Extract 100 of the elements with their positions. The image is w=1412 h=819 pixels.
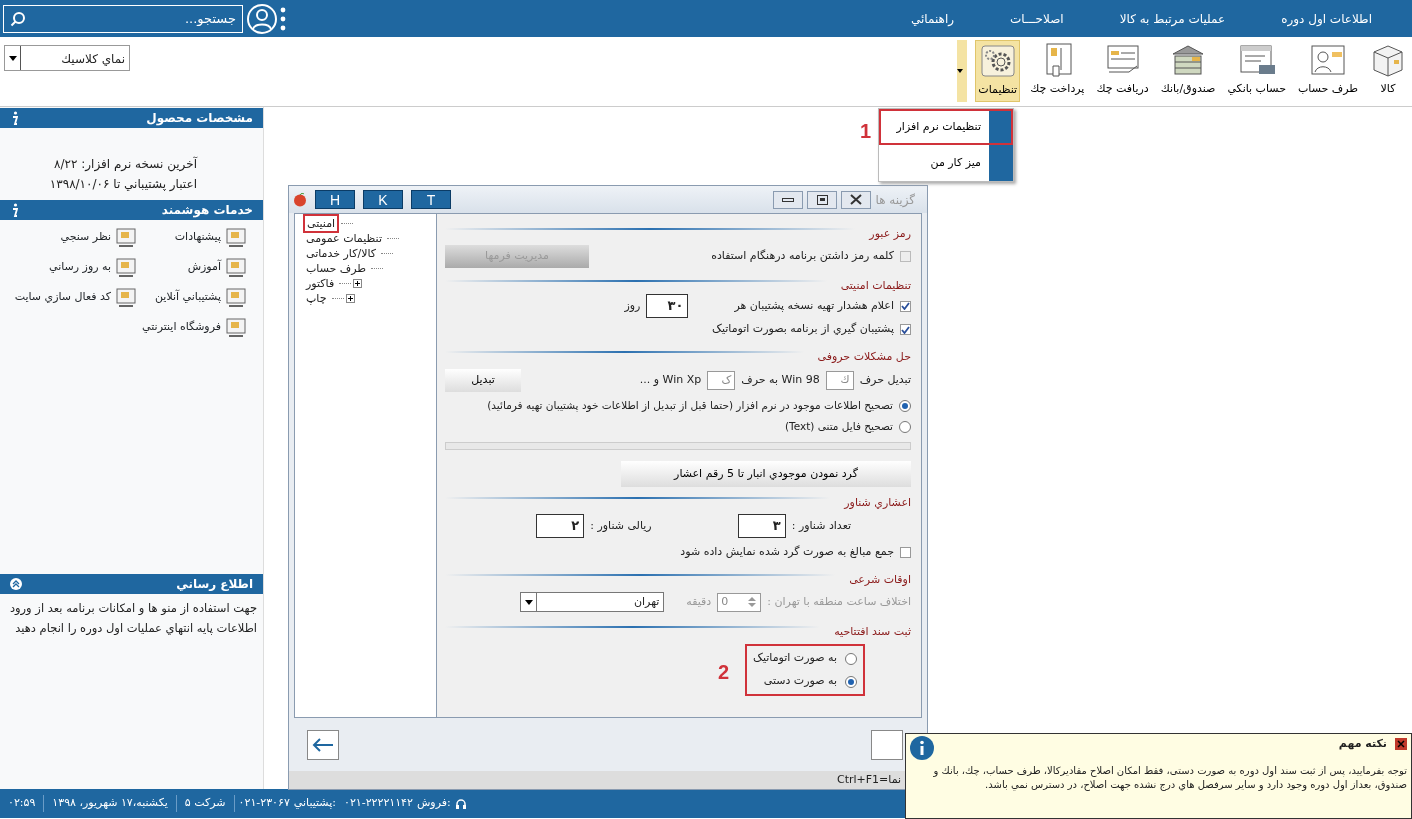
field-label: اختلاف ساعت منطقه با تهران : <box>767 593 911 610</box>
menu-item[interactable]: راهنمائي <box>911 9 955 28</box>
spin-arrows-icon <box>747 595 758 609</box>
maximize-button[interactable] <box>807 190 838 209</box>
person-card-icon <box>1309 42 1346 78</box>
checkbox[interactable] <box>900 324 911 335</box>
avatar-icon[interactable] <box>246 2 278 35</box>
number-field[interactable]: ۳ <box>737 514 786 538</box>
help-hint: Ctrl+F1=نما <box>837 771 902 788</box>
radio-label: به صورت دستی <box>763 673 837 690</box>
toolbar-button[interactable]: صندوق/بانك <box>1158 40 1218 102</box>
menu-item[interactable]: میز کار من <box>879 145 1013 181</box>
close-icon <box>850 194 863 205</box>
expand-icon[interactable] <box>353 279 363 288</box>
service-link[interactable]: به روز رساني <box>0 256 137 278</box>
status-time: ۰۲:۵۹ <box>0 795 45 812</box>
expand-icon[interactable] <box>345 294 355 303</box>
status-date: يكشنبه،۱۷ شهريور، ۱۳۹۸ <box>44 795 177 812</box>
collapse-icon[interactable] <box>10 578 22 590</box>
info-icon <box>10 203 18 217</box>
radio-label: به صورت اتوماتیک <box>753 650 837 667</box>
box-icon <box>1370 42 1406 78</box>
panel-title: اطلاع رساني <box>176 576 253 593</box>
round-button[interactable]: گرد نمودن موجودي انبار تا 5 رقم اعشار <box>621 461 911 487</box>
toolbar-button[interactable]: دریافت چك <box>1094 40 1151 102</box>
search-field[interactable]: جستجو... <box>3 4 243 33</box>
checkbox-label: اعلام هشدار تهیه نسخه پشتیبان هر <box>734 297 894 314</box>
notice-title: نکته مهم <box>1338 736 1387 752</box>
menu-item[interactable]: اطلاعات اول دوره <box>1281 9 1372 28</box>
status-company: شرکت ۵ <box>176 795 235 812</box>
field-label: ریالی شناور : <box>590 517 652 534</box>
service-link[interactable]: فروشگاه اينترنتي <box>137 316 247 338</box>
back-button[interactable] <box>307 729 339 760</box>
dropdown-toggle[interactable] <box>957 40 968 102</box>
caret-icon <box>8 55 17 61</box>
tree-item[interactable]: کالا/کار خدماتی <box>303 245 379 262</box>
section-title: ثبت سند افتتاحیه <box>834 623 911 640</box>
letter-field[interactable]: ك <box>825 370 854 390</box>
text-label: تبدیل حرف <box>859 371 911 388</box>
view-select[interactable]: نماي كلاسيك <box>4 45 130 71</box>
tree-item[interactable]: چاپ <box>303 290 330 307</box>
service-link[interactable]: كد فعال سازي سايت <box>0 286 137 308</box>
toolbar-button[interactable]: حساب بانكي <box>1225 40 1288 102</box>
number-field[interactable]: ۲ <box>536 514 585 538</box>
tree-item[interactable]: امنیتی <box>303 214 340 233</box>
tree-item[interactable]: تنظیمات عمومی <box>303 230 385 247</box>
letter-field[interactable]: ک <box>707 370 736 390</box>
info-text: اعتبار پشتيباني تا ۱۳۹۸/۱۰/۰۶ <box>49 176 197 193</box>
checkbox[interactable] <box>900 547 911 558</box>
service-link[interactable]: نظر سنجي <box>0 226 137 248</box>
section-title: اوقات شرعی <box>849 571 911 588</box>
ok-button[interactable] <box>871 729 903 760</box>
radio-label: تصحیح فایل متنی (Text) <box>784 418 893 435</box>
checkbox[interactable] <box>900 300 911 312</box>
toolbar-button[interactable]: پرداخت چك <box>1028 40 1087 102</box>
info-icon <box>910 736 934 760</box>
service-link[interactable]: پشتيباني آنلاين <box>137 286 247 308</box>
toolbar-button[interactable]: کالا <box>1368 40 1408 102</box>
close-button[interactable] <box>841 190 872 209</box>
checkbox-label: پشتیبان گیري از برنامه بصورت اتوماتیک <box>712 321 894 338</box>
check-icon <box>901 302 910 310</box>
menu-item[interactable]: تنظیمات نرم افزار <box>879 109 1013 145</box>
convert-button[interactable]: تبدیل <box>445 368 521 392</box>
letter-button[interactable]: K <box>363 190 403 209</box>
toolbar-button[interactable]: تنظیمات <box>975 40 1021 102</box>
menu-item[interactable]: عمليات مرتبط به كالا <box>1119 9 1226 28</box>
field-label: تعداد شناور : <box>791 517 851 534</box>
radio-button[interactable] <box>845 675 857 688</box>
tree-item[interactable]: طرف حساب <box>303 260 370 277</box>
section-title: حل مشکلات حروفی <box>817 348 911 365</box>
unit-label: دقیقه <box>686 593 712 610</box>
kebab-menu-icon[interactable] <box>278 5 288 32</box>
service-link[interactable]: آموزش <box>137 256 247 278</box>
service-link[interactable]: پیشنهادات <box>137 226 247 248</box>
number-field[interactable]: ۳۰ <box>646 294 689 318</box>
headset-icon <box>454 797 467 810</box>
tree-item[interactable]: فاکتور <box>303 275 338 292</box>
panel-title: مشخصات محصول <box>146 110 253 127</box>
dialog-title: گزینه ها <box>875 191 915 209</box>
close-icon[interactable] <box>1395 738 1407 751</box>
radio-button[interactable] <box>899 420 911 433</box>
text-label: Win Xp و ... <box>639 371 702 388</box>
letter-button[interactable]: H <box>315 190 355 209</box>
back-arrow-icon <box>311 736 335 753</box>
menu-item[interactable]: اصلاحـــات <box>1010 9 1064 28</box>
news-text: جهت استفاده از منو ها و امکانات برنامه بعد از ورود اطلاعات پایه انتهاي عمليات اول دوره را انجام دهيد <box>8 600 258 637</box>
section-title: اعشاري شناور <box>844 494 911 511</box>
radio-button[interactable] <box>899 399 911 412</box>
toolbar-button[interactable]: طرف حساب <box>1295 40 1360 102</box>
phone-label: فروش: <box>416 795 451 812</box>
search-icon <box>10 10 26 27</box>
minimize-button[interactable] <box>773 190 804 209</box>
phone-number: ۰۲۱-۲۲۲۲۱۱۴۲ <box>343 795 413 812</box>
step-number: 1 <box>860 119 872 144</box>
caret-icon <box>524 599 533 605</box>
phone-label: پشتيباني: <box>293 795 336 812</box>
app-icon <box>293 192 307 207</box>
minimize-icon <box>782 197 795 202</box>
radio-button[interactable] <box>845 652 857 665</box>
letter-button[interactable]: T <box>411 190 451 209</box>
